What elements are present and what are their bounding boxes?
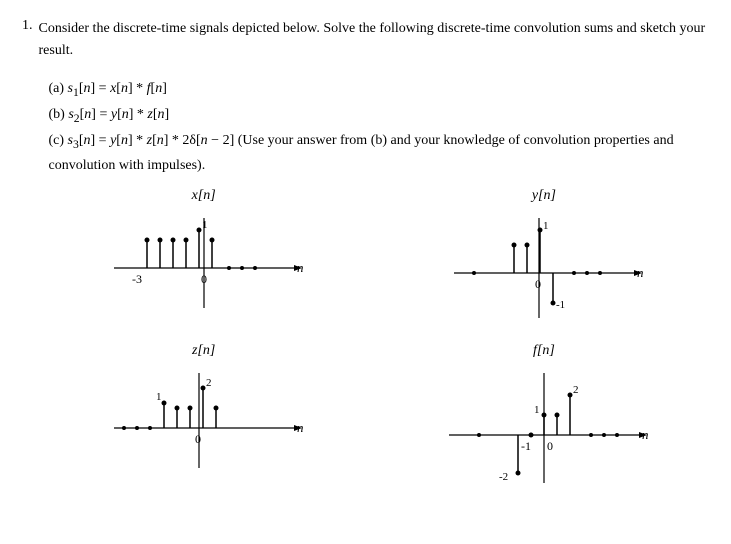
- svg-text:0: 0: [535, 277, 541, 291]
- graph-xn: x[n] n 0 -3: [49, 188, 359, 333]
- graph-xn-area: n 0 -3: [104, 208, 304, 323]
- graph-yn: y[n] n 0: [389, 188, 699, 333]
- svg-text:2: 2: [206, 377, 212, 389]
- svg-text:-1: -1: [521, 439, 531, 453]
- part-a: (a) s1[n] = x[n] * f[n]: [49, 77, 710, 103]
- part-b-math: s2[n] = y[n] * z[n]: [68, 107, 169, 122]
- graph-yn-title: y[n]: [532, 188, 556, 204]
- svg-text:-3: -3: [132, 272, 142, 286]
- graphs-container: x[n] n 0 -3: [39, 188, 710, 498]
- graph-fn-area: n 0 -1 -2 1: [439, 363, 649, 498]
- graph-zn-area: n 0 1: [104, 363, 304, 478]
- svg-text:n: n: [637, 265, 644, 280]
- part-a-label: (a): [49, 81, 68, 96]
- svg-text:0: 0: [201, 272, 207, 286]
- graph-fn: f[n] n 0 -1 -2: [389, 343, 699, 498]
- svg-text:-1: -1: [556, 299, 565, 311]
- part-b: (b) s2[n] = y[n] * z[n]: [49, 103, 710, 129]
- from-label: from: [340, 133, 367, 148]
- svg-text:n: n: [642, 427, 649, 442]
- problem-number-label: 1.: [22, 18, 33, 498]
- svg-text:1: 1: [202, 219, 208, 231]
- svg-text:0: 0: [547, 439, 553, 453]
- part-c-math: s3[n] = y[n] * z[n] * 2δ[n − 2] (Use you…: [49, 133, 674, 174]
- svg-text:2: 2: [573, 384, 579, 396]
- part-b-label: (b): [49, 107, 69, 122]
- graph-xn-title: x[n]: [192, 188, 216, 204]
- svg-text:n: n: [297, 420, 304, 435]
- part-c-label: (c): [49, 133, 68, 148]
- problem-block: 1. Consider the discrete-time signals de…: [22, 18, 709, 498]
- graph-zn: z[n] n 0: [49, 343, 359, 498]
- svg-text:1: 1: [156, 391, 162, 403]
- problem-intro: Consider the discrete-time signals depic…: [39, 18, 710, 61]
- svg-text:n: n: [297, 260, 304, 275]
- svg-text:1: 1: [534, 404, 540, 416]
- graph-zn-title: z[n]: [192, 343, 215, 359]
- part-a-math: s1[n] = x[n] * f[n]: [68, 81, 167, 96]
- graph-yn-area: n 0 1: [444, 208, 644, 333]
- part-c: (c) s3[n] = y[n] * z[n] * 2δ[n − 2] (Use…: [49, 129, 710, 178]
- svg-text:1: 1: [543, 220, 549, 232]
- svg-text:-2: -2: [499, 471, 508, 483]
- svg-text:0: 0: [195, 432, 201, 446]
- graph-fn-title: f[n]: [533, 343, 555, 359]
